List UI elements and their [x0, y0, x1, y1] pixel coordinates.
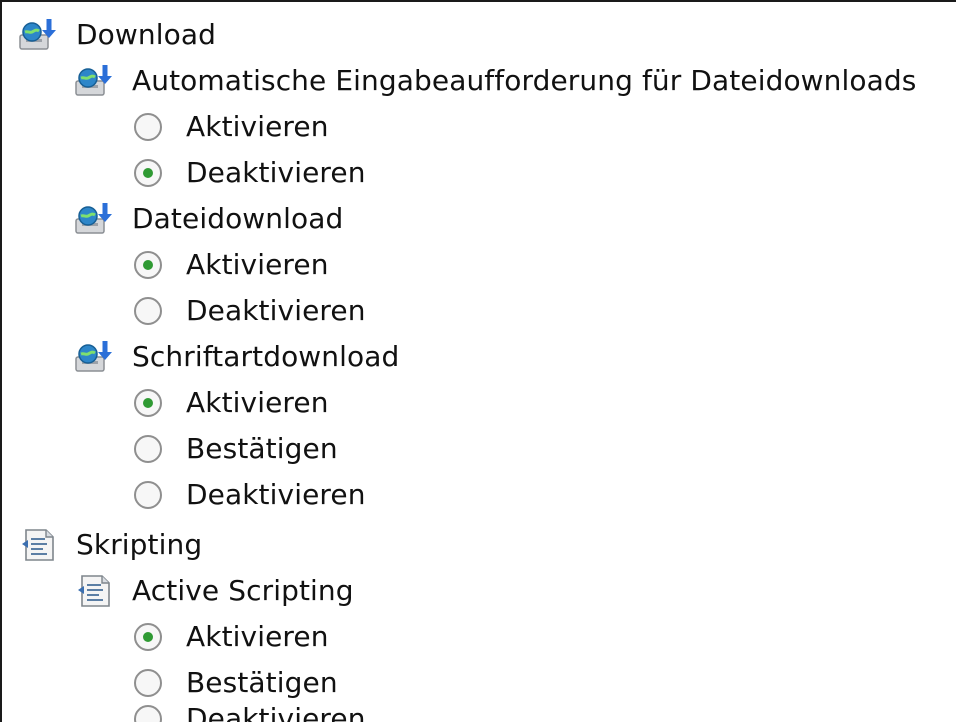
download-settings-icon [74, 201, 118, 237]
setting-auto-download-prompt[interactable]: Automatische Eingabeaufforderung für Dat… [74, 58, 916, 104]
radio-option-deaktivieren[interactable]: Deaktivieren [132, 150, 366, 196]
script-document-icon [74, 573, 118, 609]
radio-option-aktivieren[interactable]: Aktivieren [132, 104, 329, 150]
setting-label: Active Scripting [132, 574, 354, 607]
radio-option-label: Aktivieren [186, 620, 329, 653]
radio-option-label: Deaktivieren [186, 294, 366, 327]
radio-option-deaktivieren[interactable]: Deaktivieren [132, 288, 366, 334]
radio-selected-icon[interactable] [132, 387, 164, 419]
setting-active-scripting[interactable]: Active Scripting [74, 568, 354, 614]
radio-selected-icon[interactable] [132, 621, 164, 653]
download-settings-icon [74, 63, 118, 99]
radio-option-label: Deaktivieren [186, 478, 366, 511]
radio-option-label: Aktivieren [186, 248, 329, 281]
radio-option-deaktivieren[interactable]: Deaktivieren [132, 702, 366, 722]
setting-font-download[interactable]: Schriftartdownload [74, 334, 399, 380]
category-scripting[interactable]: Skripting [18, 522, 202, 568]
radio-option-label: Deaktivieren [186, 156, 366, 189]
category-scripting-label: Skripting [76, 528, 203, 561]
category-download[interactable]: Download [18, 12, 216, 58]
radio-option-label: Deaktivieren [186, 702, 366, 722]
setting-label: Dateidownload [132, 202, 344, 235]
download-settings-icon [18, 17, 62, 53]
category-download-label: Download [76, 18, 216, 51]
radio-option-aktivieren[interactable]: Aktivieren [132, 614, 329, 660]
download-settings-icon [74, 339, 118, 375]
radio-unselected-icon[interactable] [132, 111, 164, 143]
radio-option-label: Bestätigen [186, 432, 338, 465]
radio-option-bestaetigen[interactable]: Bestätigen [132, 426, 338, 472]
radio-selected-icon[interactable] [132, 157, 164, 189]
radio-option-aktivieren[interactable]: Aktivieren [132, 380, 329, 426]
setting-file-download[interactable]: Dateidownload [74, 196, 343, 242]
setting-label: Schriftartdownload [132, 340, 400, 373]
radio-unselected-icon[interactable] [132, 667, 164, 699]
radio-unselected-icon[interactable] [132, 703, 164, 722]
radio-option-aktivieren[interactable]: Aktivieren [132, 242, 329, 288]
radio-selected-icon[interactable] [132, 249, 164, 281]
radio-unselected-icon[interactable] [132, 433, 164, 465]
script-document-icon [18, 527, 62, 563]
setting-label: Automatische Eingabeaufforderung für Dat… [132, 64, 917, 97]
radio-unselected-icon[interactable] [132, 295, 164, 327]
security-settings-tree[interactable]: Download Automatische Eingabeaufforderun… [0, 0, 956, 722]
radio-option-label: Aktivieren [186, 386, 329, 419]
radio-option-label: Aktivieren [186, 110, 329, 143]
radio-unselected-icon[interactable] [132, 479, 164, 511]
radio-option-deaktivieren[interactable]: Deaktivieren [132, 472, 366, 518]
